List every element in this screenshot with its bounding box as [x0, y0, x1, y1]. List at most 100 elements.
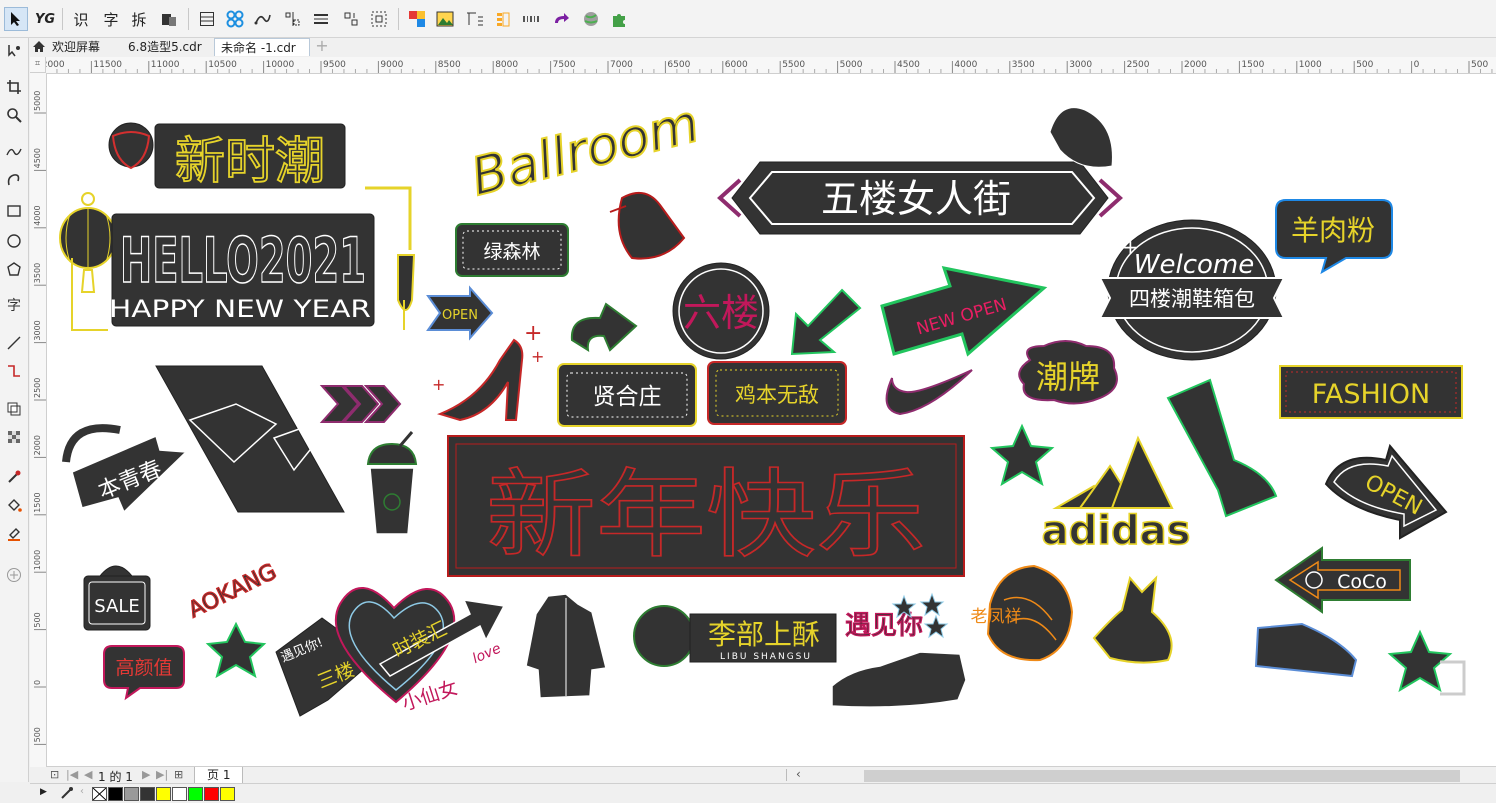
- globe-plugin-icon[interactable]: [580, 7, 602, 31]
- welcome-badge[interactable]: Welcome 四楼潮鞋箱包 + +: [1098, 219, 1286, 365]
- fashion-sign[interactable]: FASHION: [1279, 365, 1463, 419]
- fill-tool-icon[interactable]: [3, 494, 25, 516]
- scroll-left-icon[interactable]: ‹: [796, 767, 801, 781]
- color-swatch[interactable]: [124, 787, 139, 801]
- gaoyanzhi-sign[interactable]: 高颜值: [103, 645, 185, 701]
- color-swatch[interactable]: [172, 787, 187, 801]
- color-swatch[interactable]: [140, 787, 155, 801]
- image-icon[interactable]: [434, 7, 456, 31]
- jibenwudi-sign[interactable]: 鸡本无敌: [707, 361, 847, 425]
- arrange-icon[interactable]: [340, 7, 362, 31]
- color-swatch[interactable]: [188, 787, 203, 801]
- chaopai-sign[interactable]: 潮牌: [1018, 340, 1118, 405]
- tab-welcome-screen[interactable]: 欢迎屏幕: [30, 38, 112, 56]
- color-swatch[interactable]: [204, 787, 219, 801]
- adidas-logo[interactable]: adidas: [1041, 435, 1191, 555]
- first-page-icon[interactable]: |◀: [66, 768, 78, 781]
- ruler-label: 2000: [1184, 60, 1207, 70]
- fit-page-icon[interactable]: ⊡: [50, 768, 59, 781]
- add-tool-icon[interactable]: [3, 564, 25, 586]
- add-page-icon[interactable]: ⊞: [174, 768, 183, 781]
- dimension-tool-icon[interactable]: [3, 332, 25, 354]
- ruler-label: 7500: [553, 60, 576, 70]
- puzzle-plugin-icon[interactable]: [608, 7, 630, 31]
- last-page-icon[interactable]: ▶|: [156, 768, 168, 781]
- aokang-sign[interactable]: AOKANG: [184, 559, 281, 624]
- yangroufen-sign[interactable]: 羊肉粉: [1275, 199, 1393, 275]
- palette-expand-icon[interactable]: ▶: [40, 787, 47, 797]
- transparency-tool-icon[interactable]: [3, 426, 25, 448]
- redo-arrow-icon[interactable]: [550, 7, 572, 31]
- freehand-pick-icon[interactable]: [3, 40, 25, 62]
- crop-tool-icon[interactable]: [3, 76, 25, 98]
- split-text-button[interactable]: 拆: [128, 7, 150, 31]
- sale-sign[interactable]: SALE: [83, 565, 151, 631]
- color-swatch[interactable]: [220, 787, 235, 801]
- heart-cluster-sign[interactable]: 遇见你! 三楼 时装汇 小仙女 love: [275, 587, 506, 717]
- horizontal-scrollbar-thumb[interactable]: [864, 770, 1460, 782]
- new-tab-plus-icon[interactable]: +: [312, 38, 332, 56]
- eyedropper-tool-icon[interactable]: [3, 466, 25, 488]
- jibenwudi-text: 鸡本无敌: [735, 383, 819, 407]
- page-tab[interactable]: 页 1: [194, 767, 244, 784]
- list-icon[interactable]: [492, 7, 514, 31]
- artistic-media-icon[interactable]: [3, 168, 25, 190]
- pick-tool-icon[interactable]: [4, 7, 28, 31]
- barcode-icon[interactable]: [520, 7, 542, 31]
- rectangle-tool-icon[interactable]: [3, 200, 25, 222]
- ruler-label: 9000: [380, 60, 403, 70]
- zoom-tool-icon[interactable]: [3, 104, 25, 126]
- color-swatch[interactable]: [156, 787, 171, 801]
- ellipse-tool-icon[interactable]: [3, 230, 25, 252]
- liulou-sign[interactable]: 六楼: [672, 262, 770, 360]
- table-icon[interactable]: [196, 7, 218, 31]
- xianhezhuang-sign[interactable]: 贤合庄: [557, 363, 697, 427]
- smart-fill-icon[interactable]: [3, 522, 25, 544]
- xinshichao-sign[interactable]: 新时潮: [108, 122, 346, 191]
- text-frame-icon[interactable]: [464, 7, 486, 31]
- palette-scroll-icon[interactable]: ‹: [80, 786, 84, 797]
- no-color-swatch[interactable]: [92, 787, 107, 801]
- recognize-text-button[interactable]: 识: [70, 7, 92, 31]
- color-split-icon[interactable]: [406, 7, 428, 31]
- new-open-arrow[interactable]: NEW OPEN: [880, 266, 1048, 357]
- open-curved-arrow[interactable]: OPEN: [1324, 443, 1448, 540]
- curve-tool-icon[interactable]: [252, 7, 274, 31]
- ruler-label: 1000: [1299, 60, 1322, 70]
- libu-sign[interactable]: 李部上酥 LIBU SHANGSU: [633, 605, 837, 667]
- tab-untitled-1[interactable]: 未命名 -1.cdr: [214, 38, 310, 56]
- text-tool-icon[interactable]: 字: [3, 294, 25, 316]
- copy-format-icon[interactable]: [158, 7, 180, 31]
- drawing-canvas[interactable]: 新时潮 HELLO2021 HAPPY NEW YEAR Ballroom 绿森…: [47, 74, 1496, 766]
- polygon-tool-icon[interactable]: [3, 258, 25, 280]
- ruler-label: 3500: [33, 263, 42, 283]
- vertical-ruler[interactable]: 5000 4500 4000 3500 3000 2500 2000 1500 1000 500 0…: [30, 73, 47, 767]
- coco-arrow-sign[interactable]: CoCo: [1274, 546, 1411, 614]
- wulou-banner[interactable]: 五楼女人街: [717, 107, 1123, 235]
- laofengxiang-sign[interactable]: 老凤祥: [971, 564, 1074, 662]
- ruler-origin-icon[interactable]: ⌗: [30, 57, 46, 73]
- prev-page-icon[interactable]: ◀: [84, 768, 92, 781]
- open-arrow-sign[interactable]: OPEN: [426, 285, 494, 341]
- xinnian-banner[interactable]: 新年快乐: [447, 435, 965, 577]
- yujianni-sign[interactable]: 遇见你: [844, 592, 949, 642]
- lvsenlin-sign[interactable]: 绿森林: [455, 223, 569, 277]
- next-page-icon[interactable]: ▶: [142, 768, 150, 781]
- text-tool-button[interactable]: 字: [100, 7, 122, 31]
- tab-document-6-8[interactable]: 6.8造型5.cdr: [122, 38, 210, 56]
- select-frame-icon[interactable]: [368, 7, 390, 31]
- freehand-tool-icon[interactable]: [3, 140, 25, 162]
- yg-plugin-button[interactable]: YG: [32, 7, 58, 31]
- ballroom-sign[interactable]: Ballroom: [464, 93, 706, 209]
- hello2021-sign[interactable]: HELLO2021 HAPPY NEW YEAR: [109, 186, 416, 330]
- liulou-text: 六楼: [683, 291, 759, 335]
- node-align-icon[interactable]: [282, 7, 304, 31]
- horizontal-ruler[interactable]: 1200011500110001050010000950090008500800…: [46, 57, 1496, 74]
- shadow-tool-icon[interactable]: [3, 398, 25, 420]
- eyedropper-icon[interactable]: [60, 786, 74, 803]
- distribute-icon[interactable]: [310, 7, 332, 31]
- pattern-icon[interactable]: [224, 7, 246, 31]
- color-swatch[interactable]: [108, 787, 123, 801]
- benqingchun-sign[interactable]: 本青春: [62, 365, 345, 514]
- connector-tool-icon[interactable]: [3, 360, 25, 382]
